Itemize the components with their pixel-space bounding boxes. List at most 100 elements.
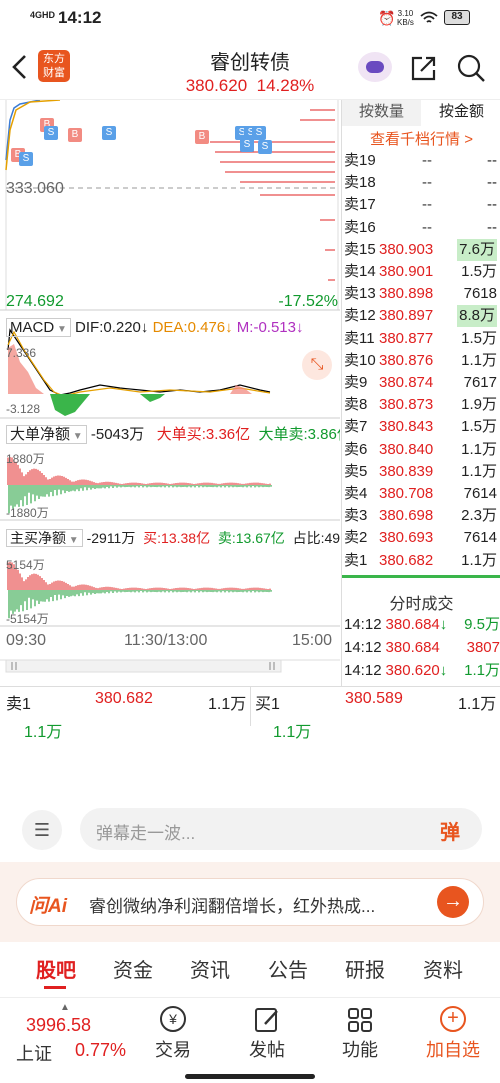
big-order-selector[interactable]: 大单净额 ▼ — [6, 425, 87, 444]
ask-row[interactable]: 卖6 380.840 1.1万 — [342, 439, 500, 461]
ask-row[interactable]: 卖15 380.903 7.6万 — [342, 238, 500, 261]
main-flow-sell: 卖:13.67亿 — [217, 530, 285, 546]
tab-announcements[interactable]: 公告 — [268, 954, 308, 983]
danmu-toggle-icon[interactable]: 弹 — [440, 816, 460, 845]
ask-volume: 7.6万 — [457, 238, 497, 261]
back-arrow-icon[interactable] — [10, 54, 30, 80]
tab-by-quantity[interactable]: 按数量 — [342, 100, 421, 126]
arrow-right-icon[interactable]: → — [437, 886, 469, 918]
sell1-label: 卖1 — [6, 696, 31, 713]
divider — [342, 575, 500, 578]
ask-price: 380.876 — [379, 351, 434, 369]
buy1-label: 买1 — [255, 696, 280, 713]
ask-level-label: 卖3 — [344, 507, 368, 525]
ask-row[interactable]: 卖3 380.698 2.3万 — [342, 505, 500, 527]
search-icon[interactable] — [457, 54, 487, 84]
danmu-list-icon[interactable]: ☰ — [22, 810, 62, 850]
ask-level-label: 卖15 — [344, 240, 376, 258]
trade-button[interactable]: ¥ 交易 — [138, 1006, 208, 1062]
current-price: 380.620 — [185, 76, 248, 95]
ask-row[interactable]: 卖12 380.897 8.8万 — [342, 305, 500, 328]
ask-row[interactable]: 卖5 380.839 1.1万 — [342, 461, 500, 483]
trade-volume: 9.5万 — [464, 616, 500, 633]
ask-price: 380.873 — [379, 396, 434, 414]
level-1000-link[interactable]: 查看千档行情 > — [342, 128, 500, 149]
tab-research[interactable]: 研报 — [345, 954, 385, 983]
ask-price: 380.901 — [379, 263, 434, 280]
ai-prompt[interactable]: 问Ai 睿创微纳净利润翻倍增长，红外热成... → — [16, 878, 484, 926]
add-watchlist-button[interactable]: + 加自选 — [418, 1006, 488, 1062]
big-order-bottom: -1880万 — [6, 506, 49, 520]
ask-row[interactable]: 卖1 380.682 1.1万 — [342, 550, 500, 572]
macd-selector[interactable]: MACD ▼ — [6, 318, 71, 337]
ask-row[interactable]: 卖19 -- -- — [342, 150, 500, 172]
tab-funds[interactable]: 资金 — [113, 954, 153, 983]
trade-direction: ↓ — [439, 616, 448, 633]
tab-guba[interactable]: 股吧 — [36, 954, 76, 983]
ask-level-label: 卖9 — [344, 374, 368, 391]
ask-price: 380.693 — [379, 529, 434, 547]
danmu-input[interactable]: 弹幕走一波... 弹 — [80, 808, 482, 850]
ask-row[interactable]: 卖8 380.873 1.9万 — [342, 394, 500, 416]
sell-marker[interactable]: S — [258, 140, 272, 154]
ask-row[interactable]: 卖10 380.876 1.1万 — [342, 350, 500, 372]
main-flow-net: -2911万 — [86, 530, 136, 546]
big-order-buy: 大单买:3.36亿 — [156, 426, 251, 443]
index-value[interactable]: 3996.58 — [26, 1015, 91, 1036]
tab-profile[interactable]: 资料 — [423, 954, 463, 983]
ask-level-label: 卖16 — [344, 218, 376, 236]
big-order-sell: 大单卖:3.86亿 — [258, 426, 340, 443]
chevron-up-icon[interactable]: ▲ — [60, 1002, 70, 1013]
sell-marker[interactable]: S — [252, 126, 266, 140]
expand-icon[interactable]: ⤡ — [302, 350, 332, 380]
tab-by-amount[interactable]: 按金额 — [422, 100, 500, 126]
sell-marker[interactable]: S — [102, 126, 116, 140]
sell1-vol: 1.1万 — [208, 696, 247, 713]
page-title: 睿创转债 — [210, 52, 290, 74]
ask-row[interactable]: 卖9 380.874 7617 — [342, 372, 500, 394]
ask-row[interactable]: 卖18 -- -- — [342, 172, 500, 194]
danmu-bar: ☰ 弹幕走一波... 弹 — [0, 796, 500, 862]
ask-volume: 7614 — [463, 485, 497, 502]
ai-banner: 问Ai 睿创微纳净利润翻倍增长，红外热成... → — [0, 862, 500, 942]
ask-row[interactable]: 卖7 380.843 1.5万 — [342, 416, 500, 438]
intraday-chart[interactable]: B S B S B S B S S S S S 333.060 274.692 … — [0, 100, 340, 686]
index-name[interactable]: 上证 — [16, 1040, 52, 1066]
ask-volume: 7614 — [463, 529, 497, 547]
ask-row[interactable]: 卖17 -- -- — [342, 194, 500, 216]
big-order-header: 大单净额 ▼ -5043万 大单买:3.36亿 大单卖:3.86亿 — [6, 423, 340, 444]
change-pct: 14.28% — [256, 76, 315, 95]
sell-marker[interactable]: S — [44, 126, 58, 140]
sell-marker[interactable]: S — [240, 138, 254, 152]
ask-volume: 1.1万 — [461, 351, 497, 369]
buy-marker[interactable]: B — [195, 130, 209, 144]
main-flow-selector[interactable]: 主买净额 ▼ — [6, 529, 83, 547]
functions-button[interactable]: 功能 — [325, 1006, 395, 1062]
main-flow-ratio: 占比:49.46% — [292, 530, 340, 546]
ask-price: 380.903 — [379, 240, 434, 258]
ask-row[interactable]: 卖13 380.898 7618 — [342, 283, 500, 305]
robot-avatar-icon[interactable] — [358, 52, 392, 82]
trade-row: 14:12 380.620↓ 1.1万 — [344, 660, 500, 682]
ask-row[interactable]: 卖2 380.693 7614 — [342, 527, 500, 549]
post-button[interactable]: 发帖 — [232, 1006, 302, 1062]
ask-row[interactable]: 卖14 380.901 1.5万 — [342, 261, 500, 283]
ask-row[interactable]: 卖4 380.708 7614 — [342, 483, 500, 505]
ask-level-label: 卖19 — [344, 152, 376, 169]
ask-price: -- — [422, 152, 432, 169]
buy1-sub: 1.1万 — [273, 724, 312, 741]
ask-price: 380.874 — [379, 374, 434, 391]
tab-news[interactable]: 资讯 — [190, 954, 230, 983]
buy-marker[interactable]: B — [68, 128, 82, 142]
sell-marker[interactable]: S — [19, 152, 33, 166]
share-icon[interactable] — [410, 54, 438, 82]
trade-direction: ↓ — [439, 662, 448, 679]
ask-price: 380.682 — [379, 551, 434, 569]
ask-volume: 1.1万 — [461, 462, 497, 480]
macd-dif: DIF:0.220 — [75, 319, 141, 336]
ask-row[interactable]: 卖11 380.877 1.5万 — [342, 328, 500, 350]
ask-row[interactable]: 卖16 -- -- — [342, 217, 500, 239]
trade-price: 380.620 — [385, 662, 440, 679]
battery-icon: 83 — [444, 10, 470, 25]
index-pct[interactable]: 0.77% — [75, 1040, 126, 1061]
